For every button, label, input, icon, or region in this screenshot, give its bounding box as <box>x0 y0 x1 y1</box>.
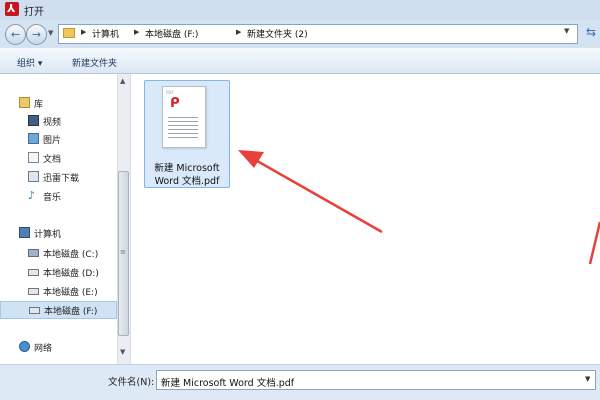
filename-label: 文件名(N): <box>108 377 155 388</box>
annotation-arrow-line <box>588 221 600 265</box>
annotation-arrows <box>238 150 600 265</box>
filename-value: 新建 Microsoft Word 文档.pdf <box>161 378 295 389</box>
annotation-arrowhead <box>238 150 264 168</box>
annotation-arrow-line <box>251 156 383 234</box>
filename-input[interactable]: 新建 Microsoft Word 文档.pdf ▼ <box>156 370 596 390</box>
filename-dropdown-icon[interactable]: ▼ <box>585 375 590 383</box>
